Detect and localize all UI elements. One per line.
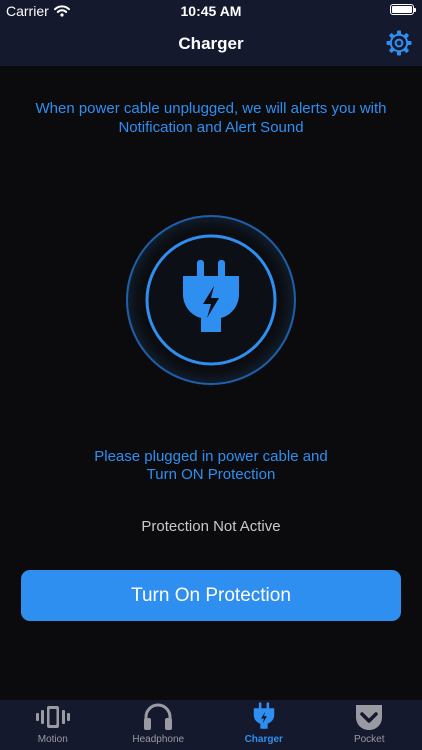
page-title: Charger xyxy=(178,34,244,53)
charger-plug-icon xyxy=(253,702,275,729)
status-bar: Carrier 10:45 AM xyxy=(0,0,422,22)
plug-prompt: Please plugged in power cable and Turn O… xyxy=(10,448,412,484)
tab-pocket[interactable]: Pocket xyxy=(317,700,422,750)
pocket-icon xyxy=(356,705,383,730)
turn-on-protection-button[interactable]: Turn On Protection xyxy=(21,570,401,621)
plug-prompt-line-1: Please plugged in power cable and xyxy=(94,448,328,465)
tab-headphone[interactable]: Headphone xyxy=(106,700,212,750)
charger-plug-icon xyxy=(183,260,239,332)
protection-status: Protection Not Active xyxy=(141,518,281,535)
nav-bar: Charger xyxy=(0,22,422,66)
vibration-icon xyxy=(35,706,70,728)
tab-label: Pocket xyxy=(353,734,385,745)
top-bar: Carrier 10:45 AM Charger xyxy=(0,0,422,66)
battery-icon xyxy=(390,4,416,15)
headphone-icon xyxy=(144,703,173,730)
tab-bar: Motion Headphone Charger Pocket xyxy=(0,700,422,750)
tab-label: Headphone xyxy=(132,734,185,745)
status-time: 10:45 AM xyxy=(180,3,242,19)
tab-label: Charger xyxy=(244,734,283,745)
info-message: When power cable unplugged, we will aler… xyxy=(35,100,387,136)
charger-status-graphic xyxy=(126,215,296,385)
tab-charger[interactable]: Charger xyxy=(211,700,317,750)
gear-icon xyxy=(386,30,412,56)
settings-button[interactable] xyxy=(384,28,414,58)
tab-label: Motion xyxy=(37,734,68,745)
plug-prompt-line-2: Turn ON Protection xyxy=(146,466,276,483)
tab-motion[interactable]: Motion xyxy=(0,700,106,750)
